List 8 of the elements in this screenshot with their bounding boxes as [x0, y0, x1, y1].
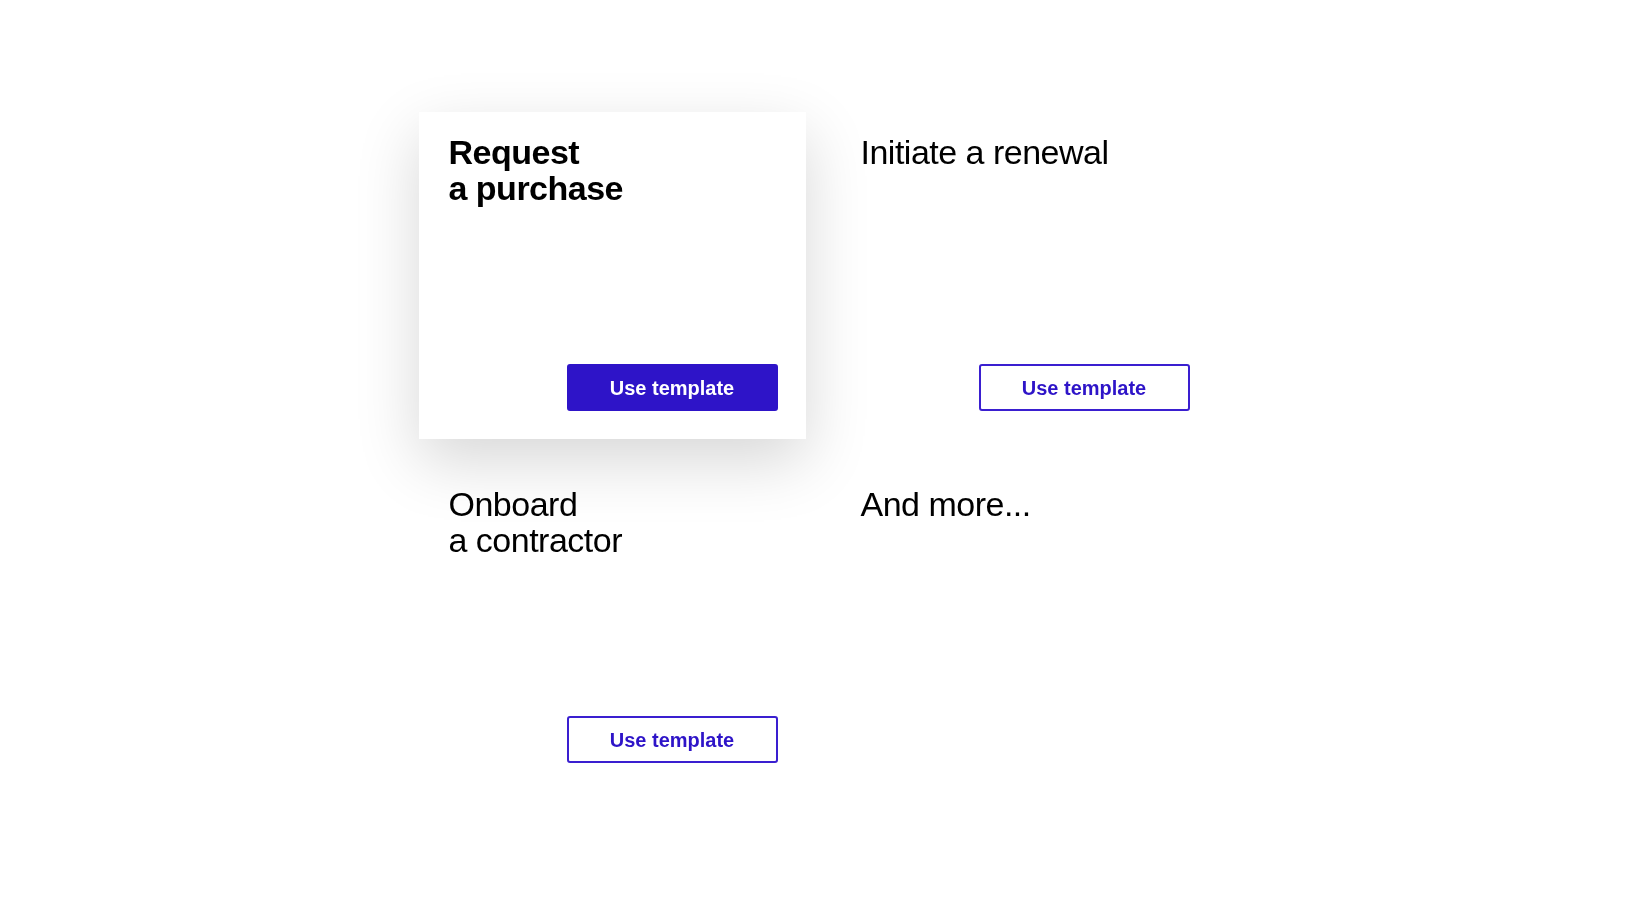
use-template-button[interactable]: Use template [566, 716, 778, 763]
template-card[interactable]: Request a purchase Use template [418, 112, 806, 439]
template-title: Request a purchase [448, 134, 624, 206]
template-title: And more... [860, 486, 1031, 522]
template-title: Initiate a renewal [860, 134, 1109, 170]
use-template-button[interactable]: Use template [978, 364, 1190, 411]
template-title: Onboard a contractor [448, 486, 623, 558]
use-template-button[interactable]: Use template [566, 364, 778, 411]
